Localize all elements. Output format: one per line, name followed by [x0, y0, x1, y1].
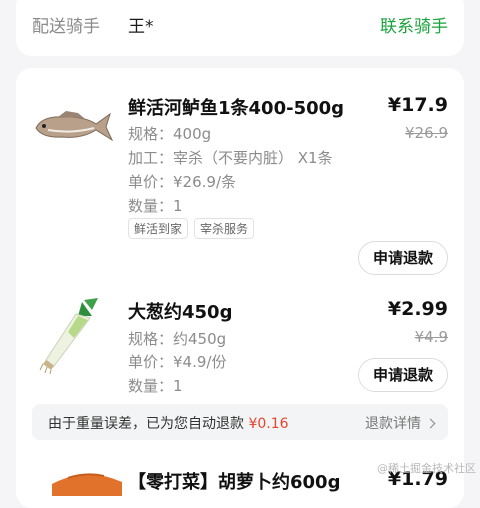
item-spec: 规格：400g	[128, 125, 212, 143]
item-original-price: ¥26.9	[405, 124, 448, 142]
item-process: 加工：宰杀（不要内脏） X1条	[128, 149, 333, 167]
item-quantity: 数量：1	[128, 377, 183, 395]
item-title[interactable]: 鲜活河鲈鱼1条400-500g	[128, 94, 344, 120]
auto-refund-notice: 由于重量误差，已为您自动退款 ¥0.16 退款详情	[32, 404, 448, 440]
refund-amount: ¥0.16	[248, 416, 289, 432]
chevron-right-icon	[425, 418, 436, 429]
tag-fresh: 鲜活到家	[128, 218, 189, 239]
item-title[interactable]: 大葱约450g	[128, 298, 232, 324]
carrot-icon	[52, 473, 122, 496]
item-spec: 规格：约450g	[128, 330, 227, 348]
item-title[interactable]: 【零打菜】胡萝卜约600g	[128, 468, 340, 494]
item-price: ¥2.99	[387, 298, 448, 320]
contact-rider-link[interactable]: 联系骑手	[380, 12, 448, 37]
rider-label: 配送骑手	[32, 17, 100, 37]
fish-icon	[35, 111, 114, 142]
item-unit-price: 单价：¥26.9/条	[128, 173, 236, 191]
item-unit-price: 单价：¥4.9/份	[128, 353, 227, 371]
rider-name: 王*	[128, 17, 154, 37]
notice-text: 由于重量误差，已为您自动退款 ¥0.16	[48, 416, 289, 432]
item-original-price: ¥4.9	[414, 328, 448, 346]
tag-butcher: 宰杀服务	[194, 218, 255, 239]
order-items-card: 鲜活河鲈鱼1条400-500g ¥17.9 ¥26.9 规格：400g 加工：宰…	[16, 68, 464, 508]
watermark: @稀土掘金技术社区	[377, 462, 476, 475]
item-price: ¥17.9	[387, 94, 448, 116]
item-quantity: 数量：1	[128, 197, 183, 215]
refund-button[interactable]: 申请退款	[357, 358, 448, 392]
scallion-icon	[39, 298, 98, 374]
item-tags: 鲜活到家 宰杀服务	[128, 218, 255, 239]
rider-card: 配送骑手 王* 联系骑手	[16, 0, 464, 56]
refund-button[interactable]: 申请退款	[357, 241, 448, 275]
refund-details-link[interactable]: 退款详情	[365, 413, 436, 433]
